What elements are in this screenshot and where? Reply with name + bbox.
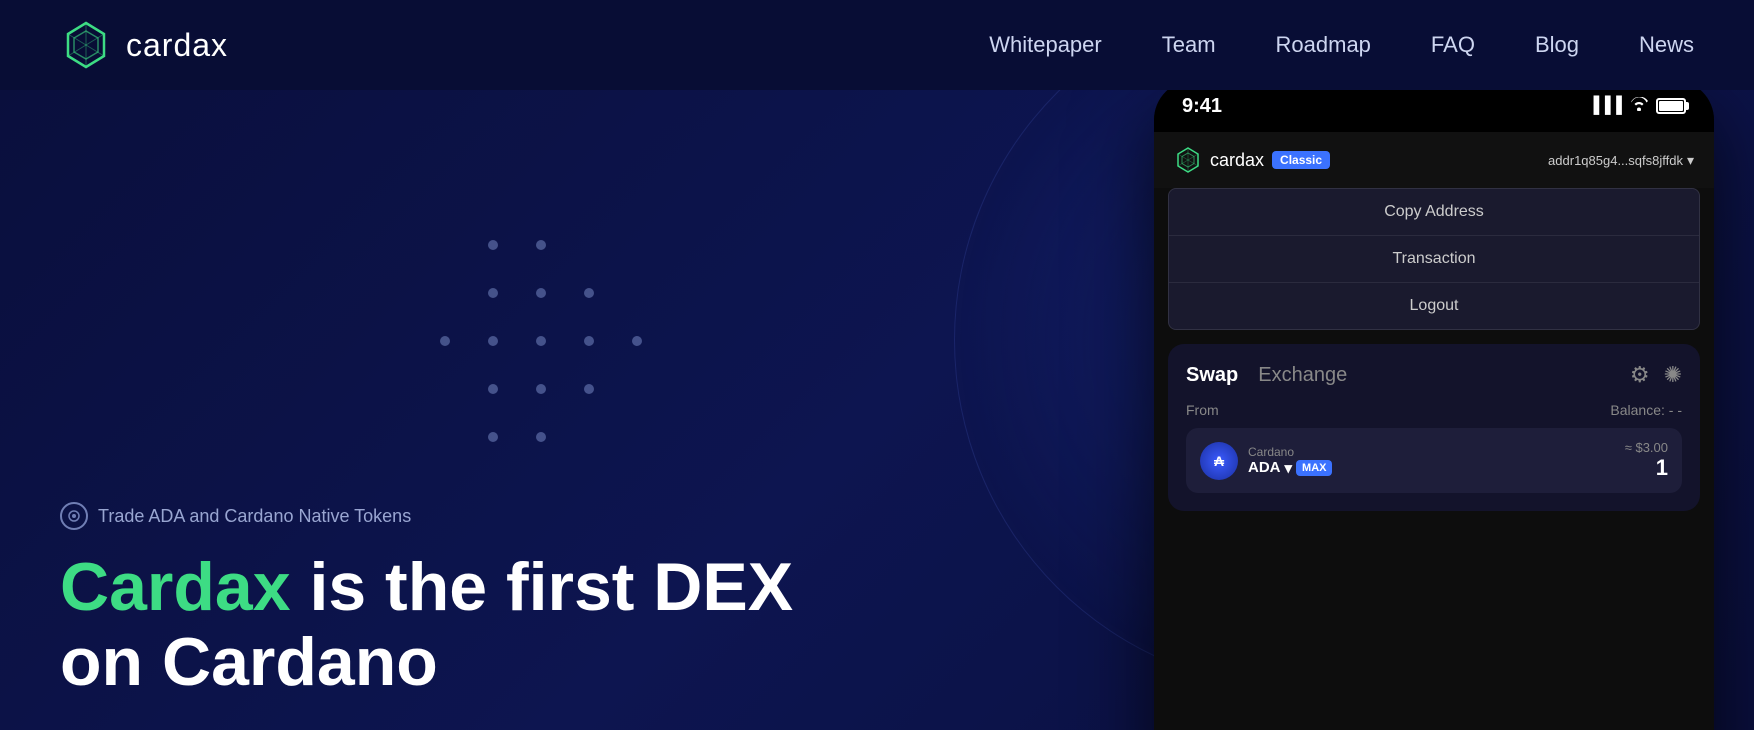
tab-swap[interactable]: Swap <box>1186 364 1238 387</box>
nav-team[interactable]: Team <box>1162 32 1216 58</box>
nav-roadmap[interactable]: Roadmap <box>1276 32 1371 58</box>
phone-cardax-logo-icon <box>1174 146 1202 174</box>
subtitle-row: Trade ADA and Cardano Native Tokens <box>60 502 793 530</box>
tab-exchange[interactable]: Exchange <box>1258 364 1347 387</box>
hero-headline: Cardax is the first DEXon Cardano <box>60 550 793 700</box>
dot-grid-decoration <box>440 240 660 460</box>
token-name-area: Cardano ADA ▾ MAX <box>1248 445 1332 477</box>
subtitle-icon <box>60 502 88 530</box>
nav-news[interactable]: News <box>1639 32 1694 58</box>
wallet-address[interactable]: addr1q85g4...sqfs8jffdk ▾ <box>1548 152 1694 169</box>
swap-from-label: From Balance: - - <box>1186 402 1682 418</box>
balance-label: Balance: - - <box>1610 402 1682 418</box>
header: cardax Whitepaper Team Roadmap FAQ Blog … <box>0 0 1754 90</box>
hero-text-area: Trade ADA and Cardano Native Tokens Card… <box>60 502 793 700</box>
phone-statusbar: 9:41 ▐▐▐ <box>1154 90 1714 132</box>
swap-tabs-left: Swap Exchange <box>1186 364 1347 387</box>
swap-panel: Swap Exchange ⚙ ✺ From Balance: - - ₳ Ca… <box>1168 344 1700 511</box>
logout-button[interactable]: Logout <box>1169 283 1699 329</box>
dropdown-menu: Copy Address Transaction Logout <box>1168 188 1700 330</box>
hero-headline-green: Cardax <box>60 549 291 625</box>
status-icons: ▐▐▐ <box>1588 97 1686 116</box>
wallet-address-text: addr1q85g4...sqfs8jffdk <box>1548 153 1683 168</box>
token-dropdown-icon: ▾ <box>1285 459 1293 477</box>
swap-settings-icons: ⚙ ✺ <box>1630 362 1682 388</box>
token-row: ₳ Cardano ADA ▾ MAX ≈ $3.00 1 <box>1186 428 1682 493</box>
token-left: ₳ Cardano ADA ▾ MAX <box>1200 442 1332 480</box>
nav-faq[interactable]: FAQ <box>1431 32 1475 58</box>
token-amount[interactable]: 1 <box>1625 455 1668 481</box>
nav-blog[interactable]: Blog <box>1535 32 1579 58</box>
nav-whitepaper[interactable]: Whitepaper <box>989 32 1102 58</box>
phone-logo-area: cardax Classic <box>1174 146 1330 174</box>
token-symbol-text[interactable]: ADA <box>1248 459 1281 476</box>
classic-badge: Classic <box>1272 151 1330 169</box>
phone-mockup: 9:41 ▐▐▐ <box>1154 90 1714 730</box>
gear-icon[interactable]: ⚙ <box>1630 362 1650 388</box>
battery-icon <box>1656 98 1686 114</box>
token-right: ≈ $3.00 1 <box>1625 440 1668 481</box>
max-badge[interactable]: MAX <box>1296 460 1332 476</box>
sun-icon[interactable]: ✺ <box>1664 362 1682 388</box>
logo-area: cardax <box>60 19 228 71</box>
phone-app-header: cardax Classic addr1q85g4...sqfs8jffdk ▾ <box>1154 132 1714 188</box>
cardax-logo-icon <box>60 19 112 71</box>
token-symbol: ADA ▾ MAX <box>1248 459 1332 477</box>
from-label: From <box>1186 402 1219 418</box>
status-time: 9:41 <box>1182 95 1222 118</box>
signal-bars-icon: ▐▐▐ <box>1588 97 1622 115</box>
phone-logo-text: cardax <box>1210 150 1264 171</box>
swap-tabs: Swap Exchange ⚙ ✺ <box>1186 362 1682 388</box>
subtitle-text: Trade ADA and Cardano Native Tokens <box>98 506 411 527</box>
token-chain: Cardano <box>1248 445 1332 459</box>
transaction-button[interactable]: Transaction <box>1169 236 1699 283</box>
copy-address-button[interactable]: Copy Address <box>1169 189 1699 236</box>
logo-text: cardax <box>126 27 228 64</box>
main-nav: Whitepaper Team Roadmap FAQ Blog News <box>989 32 1694 58</box>
wifi-icon <box>1630 97 1648 116</box>
main-content: Trade ADA and Cardano Native Tokens Card… <box>0 90 1754 730</box>
token-usd: ≈ $3.00 <box>1625 440 1668 455</box>
ada-icon: ₳ <box>1200 442 1238 480</box>
dropdown-arrow-icon: ▾ <box>1687 152 1694 169</box>
